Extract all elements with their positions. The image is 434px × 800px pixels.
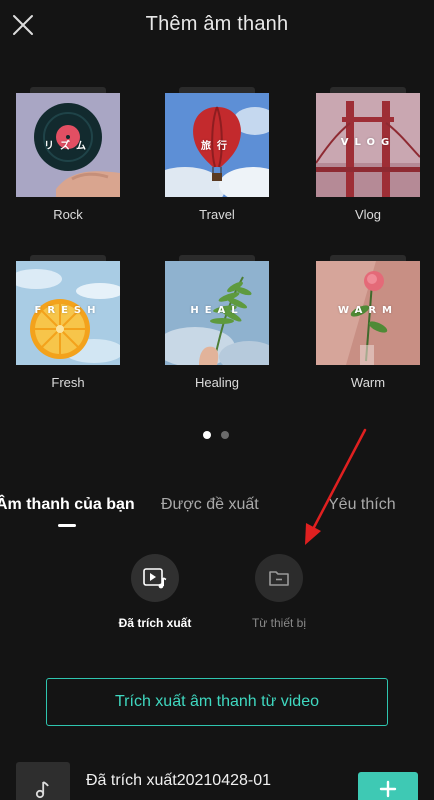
music-note-icon: [35, 781, 49, 799]
track-title: Đã trích xuất20210428-01: [86, 772, 272, 789]
tab-favorites[interactable]: Yêu thích: [328, 496, 396, 514]
tab-your-audio[interactable]: Âm thanh của bạn: [0, 496, 135, 514]
folder-icon: [269, 571, 289, 586]
genre-cover-image: リズム: [16, 93, 120, 197]
genre-label: Rock: [53, 207, 83, 222]
video-music-icon: [143, 568, 167, 589]
genre-cover-image: WARM: [316, 261, 420, 365]
page-title: Thêm âm thanh: [145, 13, 289, 35]
extract-audio-button[interactable]: Trích xuất âm thanh từ video: [46, 678, 388, 726]
genre-cover-image: HEAL: [165, 261, 269, 365]
genre-label: Fresh: [51, 375, 85, 390]
source-label: Đã trích xuất: [118, 616, 192, 630]
genre-cover-text: リズム: [44, 141, 92, 152]
audio-tabs: Âm thanh của bạn Được đề xuất Yêu thích: [0, 496, 434, 532]
active-tab-indicator: [58, 524, 76, 527]
genre-cover-text: 旅行: [201, 141, 233, 152]
genre-cover-text: WARM: [338, 305, 398, 316]
genre-label: Healing: [194, 375, 240, 390]
genre-cover-image: VLOG: [316, 93, 420, 197]
extracted-source-button[interactable]: Đã trích xuất: [100, 554, 210, 630]
genre-cover-text: VLOG: [340, 137, 396, 148]
genre-cover-text: FRESH: [34, 305, 102, 316]
genre-cover-text: HEAL: [190, 305, 244, 316]
genre-cover-image: 旅行: [165, 93, 269, 197]
genre-cover-image: FRESH: [16, 261, 120, 365]
source-icon-circle: [255, 554, 303, 602]
genre-label: Travel: [199, 207, 235, 222]
plus-icon: [379, 780, 397, 798]
track-thumbnail: [16, 762, 70, 800]
header: Thêm âm thanh: [0, 0, 434, 52]
pager-dot-active[interactable]: [203, 431, 211, 439]
pager-dot[interactable]: [221, 431, 229, 439]
device-source-button[interactable]: Từ thiết bị: [224, 554, 334, 630]
source-label: Từ thiết bị: [251, 616, 307, 630]
track-list-item[interactable]: Đã trích xuất20210428-01 +: [0, 758, 434, 800]
add-track-button[interactable]: +: [358, 772, 418, 800]
genre-label: Vlog: [354, 207, 382, 222]
genre-label: Warm: [350, 375, 386, 390]
tab-recommended[interactable]: Được đề xuất: [161, 496, 259, 514]
source-icon-circle: [131, 554, 179, 602]
